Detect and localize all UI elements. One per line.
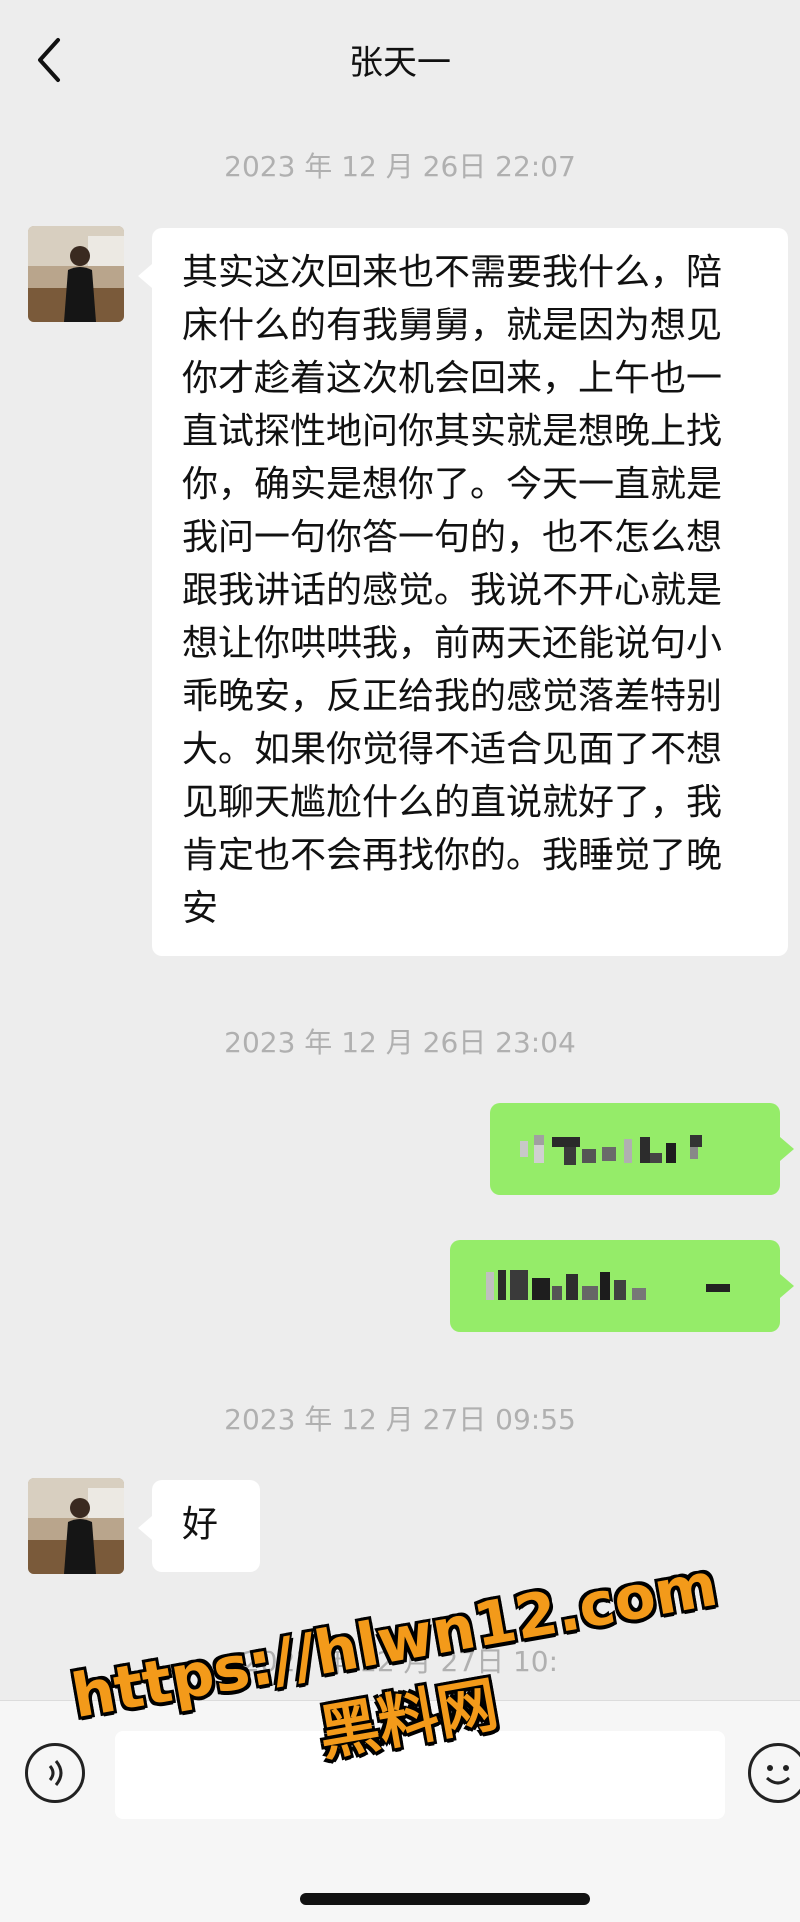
- message-line: 床什么的有我舅舅，就是因为想见: [182, 305, 723, 346]
- message-bubble-incoming[interactable]: 好: [138, 1480, 260, 1572]
- chat-title: 张天一: [349, 43, 451, 83]
- message-line: 大。如果你觉得不适合见面了不想: [182, 729, 723, 770]
- message-line: 跟我讲话的感觉。我说不开心就是: [182, 570, 723, 611]
- message-line: 见聊天尴尬什么的直说就好了，我: [182, 782, 723, 823]
- avatar[interactable]: [28, 1478, 124, 1574]
- message-line: 其实这次回来也不需要我什么，陪: [182, 252, 723, 293]
- avatar[interactable]: [28, 226, 124, 322]
- message-line: 你才趁着这次机会回来，上午也一: [182, 358, 723, 399]
- message-line: 直试探性地问你其实就是想晚上找: [182, 411, 723, 452]
- nav-bar: 张天一: [0, 0, 800, 120]
- pixelated-content: [486, 1270, 730, 1300]
- message-bubble-outgoing[interactable]: [490, 1103, 794, 1195]
- message-line: 好: [182, 1504, 219, 1545]
- message-line: 肯定也不会再找你的。我睡觉了晚: [182, 835, 723, 876]
- timestamp: 2023 年 12 月 26日 22:07: [224, 150, 576, 183]
- message-line: 我问一句你答一句的，也不怎么想: [182, 517, 723, 558]
- home-indicator: [300, 1893, 590, 1905]
- voice-icon[interactable]: [25, 1743, 85, 1803]
- message-line: 你，确实是想你了。今天一直就是: [182, 464, 723, 505]
- timestamp: 2023 年 12 月 26日 23:04: [224, 1026, 576, 1059]
- timestamp: 2023 年 12 月 27日 10:: [241, 1645, 559, 1678]
- message-bubble-outgoing[interactable]: [450, 1240, 794, 1332]
- input-bar: [0, 1700, 800, 1922]
- pixelated-content: [520, 1135, 702, 1165]
- timestamp: 2023 年 12 月 27日 09:55: [224, 1403, 576, 1436]
- message-bubble-incoming[interactable]: 其实这次回来也不需要我什么，陪 床什么的有我舅舅，就是因为想见 你才趁着这次机会…: [138, 228, 788, 956]
- message-line: 乖晚安，反正给我的感觉落差特别: [182, 676, 723, 717]
- message-line: 想让你哄哄我，前两天还能说句小: [182, 623, 723, 664]
- message-line: 安: [182, 888, 219, 929]
- message-input[interactable]: [115, 1731, 725, 1819]
- emoji-icon[interactable]: [748, 1743, 800, 1803]
